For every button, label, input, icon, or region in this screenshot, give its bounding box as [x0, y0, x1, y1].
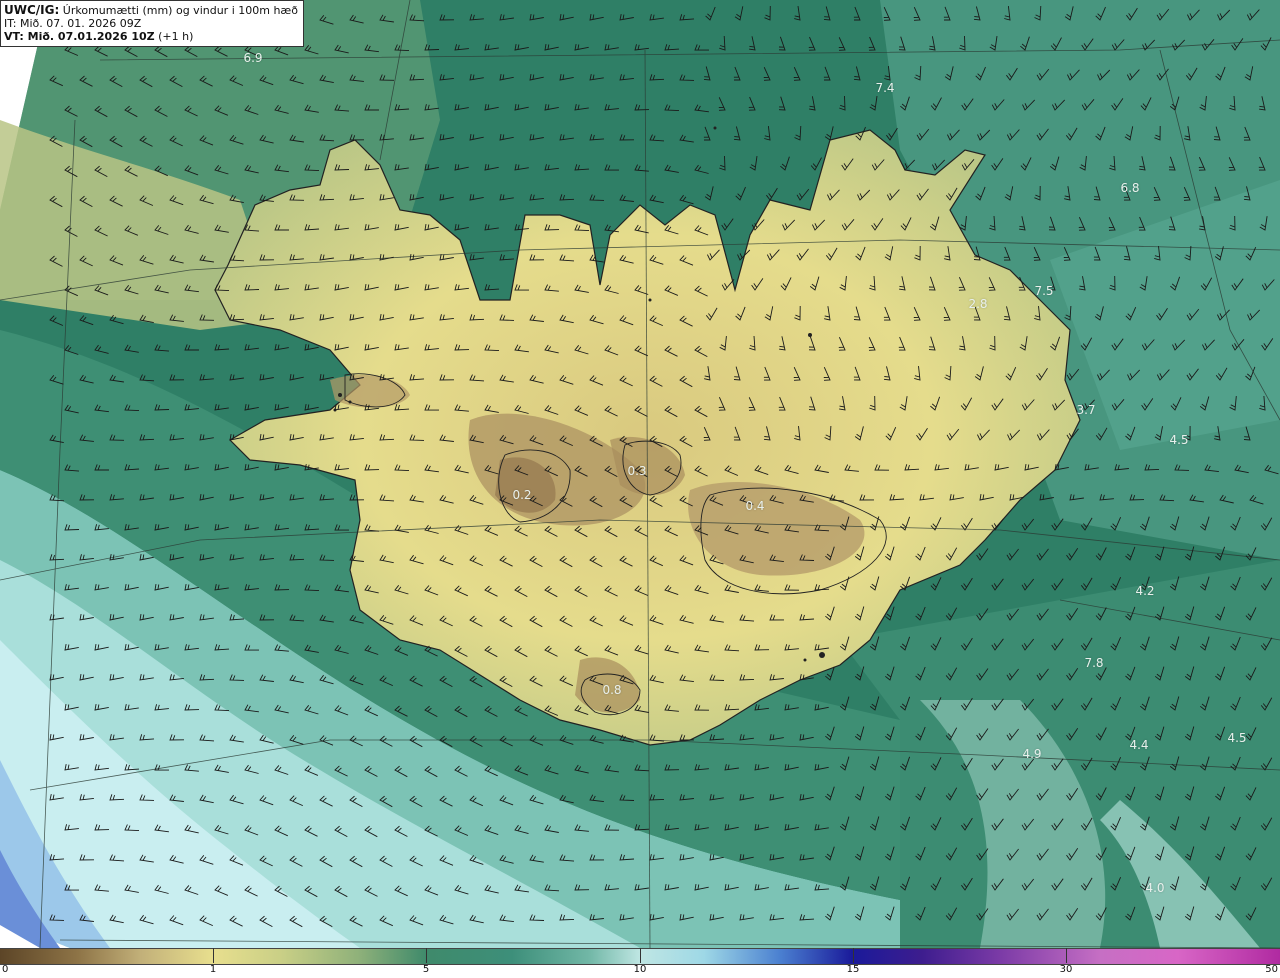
valid-time-offset: (+1 h)	[158, 30, 194, 43]
value-label: 6.9	[243, 51, 263, 65]
value-label: 7.5	[1034, 284, 1054, 298]
value-label: 0.2	[512, 488, 532, 502]
value-label: 0.3	[627, 464, 647, 478]
value-label: 0.4	[745, 499, 765, 513]
value-label: 4.0	[1145, 881, 1165, 895]
value-label: 6.8	[1120, 181, 1140, 195]
colorbar-tick: 50	[1265, 964, 1278, 975]
colorbar-tick: 15	[846, 964, 860, 975]
colorbar-tick: 1	[209, 964, 217, 975]
value-label: 4.5	[1169, 433, 1189, 447]
value-label: 7.4	[875, 81, 895, 95]
map-title-box: UWC/IG: Úrkomumætti (mm) og vindur i 100…	[0, 0, 304, 47]
colorbar-divider	[213, 948, 214, 963]
colorbar-tick: 5	[422, 964, 430, 975]
forecast-map[interactable]: UWC/IG: Úrkomumætti (mm) og vindur i 100…	[0, 0, 1280, 948]
value-label: 2.8	[968, 297, 988, 311]
value-label: 4.2	[1135, 584, 1155, 598]
colorbar-legend: 0 1 5 10 15 30 50	[0, 948, 1280, 978]
value-label: 4.5	[1227, 731, 1247, 745]
colorbar-divider	[1066, 948, 1067, 963]
colorbar-tick: 0	[2, 964, 9, 975]
init-time: IT: Mið. 07. 01. 2026 09Z	[4, 17, 142, 30]
value-label: 7.8	[1084, 656, 1104, 670]
value-label: 4.9	[1022, 747, 1042, 761]
value-label: 3.7	[1076, 403, 1096, 417]
value-label: 4.4	[1129, 738, 1149, 752]
colorbar-tick: 30	[1059, 964, 1073, 975]
colorbar-divider	[853, 948, 854, 963]
colorbar-divider	[426, 948, 427, 963]
colorbar-tick: 10	[633, 964, 647, 975]
map-title: Úrkomumætti (mm) og vindur i 100m hæð	[62, 4, 298, 17]
colorbar-divider	[640, 948, 641, 963]
valid-time: VT: Mið. 07.01.2026 10Z	[4, 30, 155, 43]
model-name: UWC/IG:	[4, 3, 60, 17]
value-label: 0.8	[602, 683, 622, 697]
